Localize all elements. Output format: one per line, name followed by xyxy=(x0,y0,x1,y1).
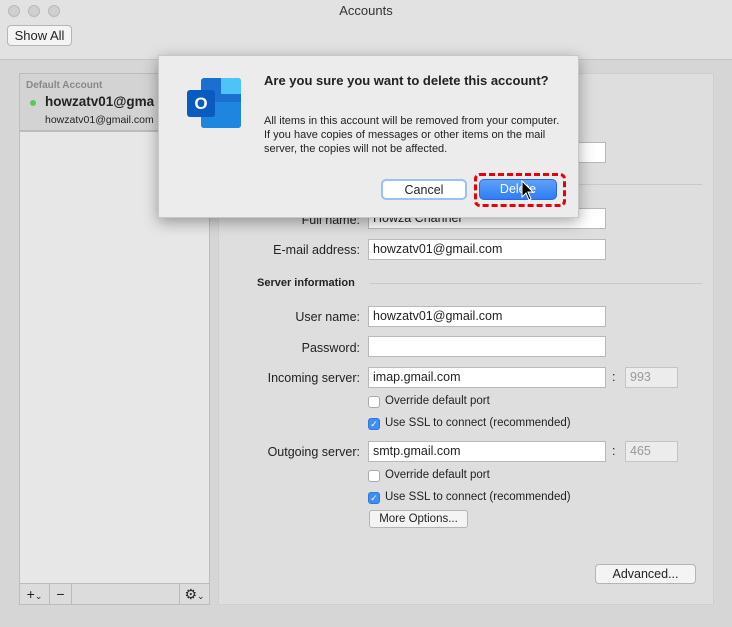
window-title: Accounts xyxy=(339,3,393,18)
user-name-label: User name: xyxy=(295,310,360,324)
close-window-button[interactable] xyxy=(8,5,20,17)
outgoing-ssl-checkbox[interactable]: ✓ xyxy=(368,492,380,504)
list-toolbar: +⌄ − ⚙⌄ xyxy=(20,583,209,604)
incoming-ssl-label: Use SSL to connect (recommended) xyxy=(385,417,571,429)
incoming-ssl-checkbox[interactable]: ✓ xyxy=(368,418,380,430)
dialog-message: All items in this account will be remove… xyxy=(264,115,560,155)
minimize-window-button[interactable] xyxy=(28,5,40,17)
cancel-button[interactable]: Cancel xyxy=(381,179,467,200)
gear-menu-button[interactable]: ⚙⌄ xyxy=(179,584,209,604)
add-account-button[interactable]: +⌄ xyxy=(20,584,50,604)
dialog-title: Are you sure you want to delete this acc… xyxy=(264,73,549,88)
zoom-window-button[interactable] xyxy=(48,5,60,17)
account-name: howzatv01@gma xyxy=(45,94,155,109)
mouse-cursor-icon xyxy=(521,180,535,201)
incoming-override-label: Override default port xyxy=(385,395,490,407)
outgoing-override-label: Override default port xyxy=(385,469,490,481)
email-label: E-mail address: xyxy=(273,243,360,257)
incoming-server-label: Incoming server: xyxy=(267,371,360,385)
delete-account-dialog: O Are you sure you want to delete this a… xyxy=(158,55,579,218)
incoming-port-input[interactable]: 993 xyxy=(625,367,678,388)
incoming-override-checkbox[interactable] xyxy=(368,396,380,408)
online-status-icon xyxy=(30,100,36,106)
server-information-heading: Server information xyxy=(257,277,355,289)
outlook-logo-icon: O xyxy=(187,78,243,128)
outgoing-server-input[interactable]: smtp.gmail.com xyxy=(368,441,606,462)
email-input[interactable]: howzatv01@gmail.com xyxy=(368,239,606,260)
password-input[interactable] xyxy=(368,336,606,357)
outgoing-server-label: Outgoing server: xyxy=(267,445,360,459)
outgoing-ssl-label: Use SSL to connect (recommended) xyxy=(385,491,571,503)
remove-account-button[interactable]: − xyxy=(50,584,72,604)
title-bar: Accounts xyxy=(0,0,732,22)
incoming-server-input[interactable]: imap.gmail.com xyxy=(368,367,606,388)
default-account-header: Default Account xyxy=(26,80,103,91)
more-options-button[interactable]: More Options... xyxy=(369,510,468,528)
gear-icon: ⚙ xyxy=(184,586,197,602)
divider xyxy=(370,283,702,284)
account-email: howzatv01@gmail.com xyxy=(45,114,154,126)
password-label: Password: xyxy=(301,341,360,355)
delete-button[interactable]: Delete xyxy=(479,179,557,200)
outgoing-override-checkbox[interactable] xyxy=(368,470,380,482)
outgoing-port-input[interactable]: 465 xyxy=(625,441,678,462)
advanced-button[interactable]: Advanced... xyxy=(595,564,696,584)
user-name-input[interactable]: howzatv01@gmail.com xyxy=(368,306,606,327)
show-all-button[interactable]: Show All xyxy=(7,25,72,46)
